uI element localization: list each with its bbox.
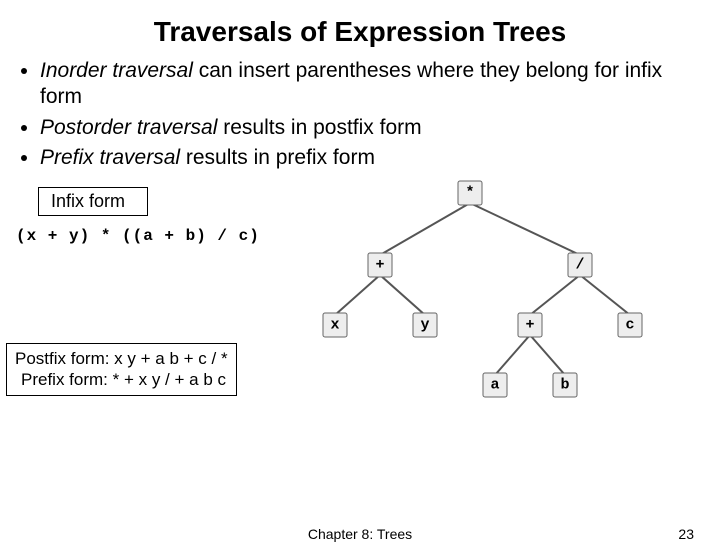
tree-node-y: y — [413, 313, 437, 337]
expression-tree: * + / x y + c a — [270, 175, 690, 405]
svg-text:y: y — [420, 317, 429, 334]
traversal-forms-box: Postfix form: x y + a b + c / * Prefix f… — [6, 343, 237, 396]
tree-edge — [580, 275, 630, 315]
bullet-term: Prefix traversal — [40, 146, 180, 169]
svg-text:*: * — [465, 185, 474, 202]
svg-text:/: / — [575, 257, 584, 274]
slide-title: Traversals of Expression Trees — [0, 0, 720, 58]
bullet-item: Postorder traversal results in postfix f… — [40, 115, 702, 141]
prefix-line: Prefix form: * + x y / + a b c — [15, 369, 228, 390]
tree-edge — [495, 335, 530, 375]
tree-edge — [380, 203, 470, 255]
tree-node-plus-left: + — [368, 253, 392, 277]
tree-edge — [380, 275, 425, 315]
tree-node-b: b — [553, 373, 577, 397]
tree-node-root: * — [458, 181, 482, 205]
svg-text:c: c — [625, 317, 634, 334]
bullet-item: Inorder traversal can insert parentheses… — [40, 58, 702, 111]
infix-expression: (x + y) * ((a + b) / c) — [16, 227, 260, 245]
infix-label-box: Infix form — [38, 187, 148, 216]
tree-edge — [335, 275, 380, 315]
tree-node-plus-right: + — [518, 313, 542, 337]
tree-node-x: x — [323, 313, 347, 337]
bullet-text: results in postfix form — [217, 116, 421, 139]
postfix-line: Postfix form: x y + a b + c / * — [15, 348, 228, 369]
content-area: Infix form (x + y) * ((a + b) / c) Postf… — [0, 175, 720, 455]
bullet-term: Inorder traversal — [40, 59, 193, 82]
infix-label: Infix form — [51, 191, 125, 211]
tree-node-a: a — [483, 373, 507, 397]
svg-text:a: a — [490, 377, 499, 394]
svg-text:+: + — [375, 257, 384, 274]
svg-text:+: + — [525, 317, 534, 334]
tree-edge — [530, 275, 580, 315]
tree-node-c: c — [618, 313, 642, 337]
bullet-list: Inorder traversal can insert parentheses… — [0, 58, 720, 171]
tree-edge — [530, 335, 565, 375]
bullet-text: results in prefix form — [180, 146, 375, 169]
tree-edge — [470, 203, 580, 255]
svg-text:x: x — [330, 317, 339, 334]
bullet-item: Prefix traversal results in prefix form — [40, 145, 702, 171]
tree-node-div: / — [568, 253, 592, 277]
bullet-term: Postorder traversal — [40, 116, 217, 139]
svg-text:b: b — [560, 377, 569, 394]
